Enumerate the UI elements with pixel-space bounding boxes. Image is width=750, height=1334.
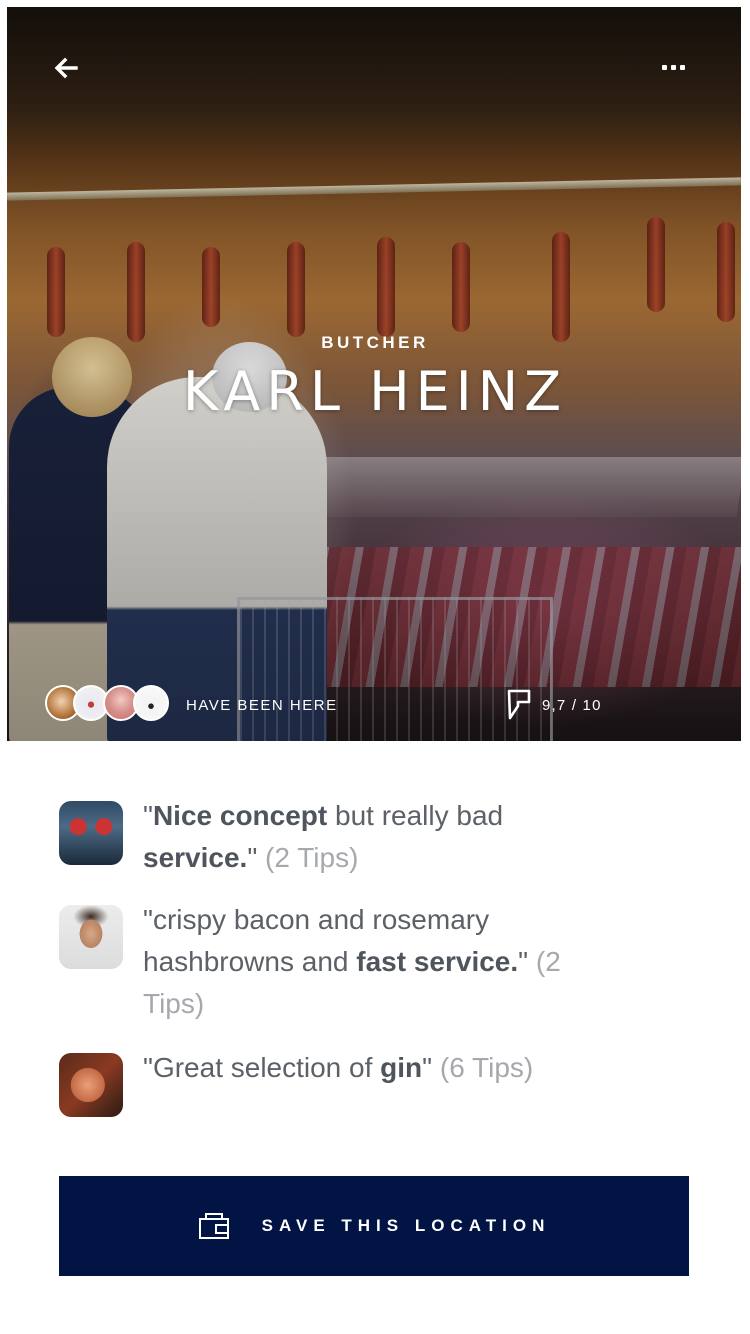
tip-fragment bbox=[406, 946, 414, 977]
more-options-icon[interactable] bbox=[652, 56, 692, 80]
tip-text: "Nice concept but really bad service." (… bbox=[143, 795, 573, 879]
tip-fragment: service. bbox=[413, 946, 519, 977]
save-location-button[interactable]: SAVE THIS LOCATION bbox=[59, 1176, 689, 1276]
tip-avatar[interactable] bbox=[59, 905, 123, 969]
save-location-label: SAVE THIS LOCATION bbox=[261, 1216, 551, 1235]
tip-fragment: fast bbox=[356, 946, 407, 977]
venue-name: KARL HEINZ bbox=[182, 360, 568, 423]
more-dot bbox=[662, 65, 667, 70]
foursquare-icon bbox=[506, 689, 532, 721]
tip-fragment: " bbox=[143, 800, 153, 831]
tip-fragment: " bbox=[518, 946, 536, 977]
visitor-avatar bbox=[133, 685, 169, 721]
more-dot bbox=[671, 65, 676, 70]
tip-fragment: "Great selection of bbox=[143, 1052, 381, 1083]
venue-rating: 9,7 / 10 bbox=[542, 697, 602, 714]
tip-avatar[interactable] bbox=[59, 1053, 123, 1117]
tip-fragment: but really bad bbox=[327, 800, 504, 831]
tip-avatar[interactable] bbox=[59, 801, 123, 865]
tip-fragment: " bbox=[422, 1052, 440, 1083]
tip-count: (2 Tips) bbox=[265, 842, 359, 873]
have-been-here-label[interactable]: HAVE BEEN HERE bbox=[186, 697, 338, 714]
back-arrow-icon[interactable] bbox=[50, 52, 82, 84]
tip-text: "Great selection of gin" (6 Tips) bbox=[143, 1047, 573, 1089]
tip-text: "crispy bacon and rosemary hashbrowns an… bbox=[143, 899, 573, 1025]
tip-fragment: gin bbox=[380, 1052, 423, 1083]
tip-fragment: " bbox=[247, 842, 266, 873]
tip-fragment: Nice concept bbox=[152, 800, 328, 831]
more-dot bbox=[680, 65, 685, 70]
visitor-avatars[interactable] bbox=[45, 685, 185, 725]
wallet-icon bbox=[198, 1212, 232, 1240]
tip-fragment: service. bbox=[143, 842, 248, 873]
venue-category: BUTCHER bbox=[321, 333, 429, 352]
tip-count: (6 Tips) bbox=[439, 1052, 534, 1083]
